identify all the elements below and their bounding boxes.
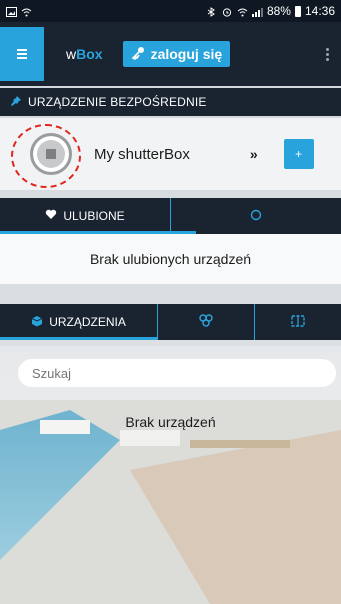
device-name[interactable]: My shutterBox <box>94 146 190 163</box>
favorites-empty-message: Brak ulubionych urządzeń <box>0 234 341 284</box>
alarm-icon <box>222 6 233 17</box>
search-area <box>0 346 341 400</box>
hamburger-icon <box>17 48 27 60</box>
floorplan-icon <box>291 314 305 330</box>
device-details-button[interactable]: » <box>250 146 258 162</box>
overflow-menu-icon[interactable] <box>326 47 329 61</box>
gallery-notification-icon <box>6 6 17 17</box>
tab-devices[interactable]: URZĄDZENIA <box>0 304 157 340</box>
direct-device-header: URZĄDZENIE BEZPOŚREDNIE <box>0 88 341 116</box>
brand-suffix: Box <box>76 46 103 62</box>
search-input[interactable] <box>18 359 336 387</box>
add-device-button[interactable]: + <box>283 139 314 169</box>
wifi-icon <box>21 6 32 17</box>
cube-icon <box>31 315 43 330</box>
tab-rooms[interactable] <box>253 304 341 340</box>
devices-tabs: URZĄDZENIA <box>0 304 341 340</box>
key-icon <box>131 46 145 63</box>
battery-icon <box>294 5 301 17</box>
login-button[interactable]: zaloguj się <box>122 41 231 67</box>
highlight-ring <box>11 124 81 188</box>
wifi-status-icon <box>237 6 248 17</box>
app-logo: wBox <box>66 46 103 62</box>
groups-icon <box>198 314 214 330</box>
tab-favorites-label: ULUBIONE <box>63 209 125 223</box>
devices-empty-message: Brak urządzeń <box>125 414 216 430</box>
status-bar: 88% 14:36 <box>0 0 341 22</box>
battery-percent: 88% <box>266 4 291 18</box>
bluetooth-icon <box>207 6 218 17</box>
pin-icon <box>10 95 22 110</box>
tab-scenes[interactable] <box>171 198 341 234</box>
tab-indicator <box>0 337 158 340</box>
direct-device-title: URZĄDZENIE BEZPOŚREDNIE <box>28 95 207 109</box>
tab-groups[interactable] <box>157 304 253 340</box>
tab-favorites[interactable]: ULUBIONE <box>0 198 171 234</box>
menu-button[interactable] <box>0 27 44 81</box>
signal-icon <box>251 6 263 17</box>
heart-icon <box>45 209 57 223</box>
tab-devices-label: URZĄDZENIA <box>49 315 126 329</box>
brand-prefix: w <box>66 46 77 62</box>
app-bar: wBox zaloguj się <box>0 22 341 86</box>
favorites-tabs: ULUBIONE <box>0 198 341 234</box>
device-row: My shutterBox » + <box>0 118 341 190</box>
clock: 14:36 <box>304 4 335 18</box>
scenes-icon <box>250 209 262 224</box>
login-label: zaloguj się <box>150 46 223 62</box>
